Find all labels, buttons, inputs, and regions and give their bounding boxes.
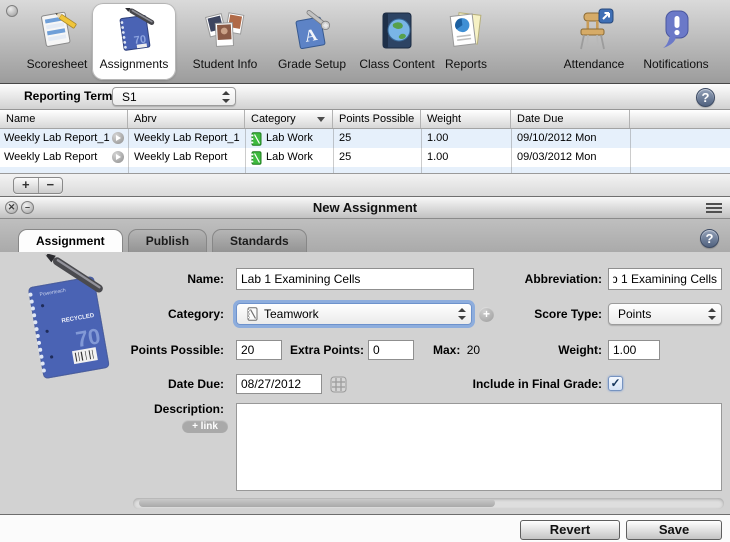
class-content-icon: [374, 8, 420, 54]
toolbar-item-attendance[interactable]: Attendance: [548, 3, 640, 80]
panel-tab-strip: Assignment Publish Standards ?: [0, 219, 730, 252]
tab-assignment[interactable]: Assignment: [18, 229, 123, 252]
weight-input[interactable]: [608, 340, 660, 360]
reporting-term-bar: Reporting Term: S1 ?: [0, 84, 730, 110]
table-header: Name Abrv Category Points Possible Weigh…: [0, 110, 730, 129]
toolbar-item-assignments[interactable]: 70 Assignments: [92, 3, 176, 80]
student-info-icon: [202, 8, 248, 54]
score-type-value: Points: [618, 307, 651, 321]
abbreviation-label: Abbreviation:: [482, 268, 602, 290]
assignment-form: Powerteach RECYCLED 70 Name: Ab: [0, 252, 730, 514]
column-header-abrv[interactable]: Abrv: [128, 110, 245, 128]
category-label: Category:: [104, 303, 224, 325]
table-actions-bar: + −: [0, 173, 730, 196]
reporting-term-select[interactable]: S1: [112, 87, 236, 106]
tab-standards[interactable]: Standards: [212, 229, 307, 252]
name-label: Name:: [104, 268, 224, 290]
reporting-term-value: S1: [122, 90, 137, 104]
category-value: Teamwork: [264, 307, 319, 321]
max-value: 20: [467, 343, 480, 357]
score-type-select[interactable]: Points: [608, 303, 722, 325]
row-detail-arrow[interactable]: [112, 151, 124, 163]
toolbar-item-label: Student Info: [193, 57, 258, 71]
select-stepper-icon: [222, 91, 230, 103]
scoresheet-icon: [34, 8, 80, 54]
column-header-date-due[interactable]: Date Due: [511, 110, 630, 128]
assignments-icon: 70: [111, 8, 157, 54]
scrollbar-thumb[interactable]: [139, 499, 495, 507]
category-select[interactable]: Teamwork: [236, 303, 472, 325]
toolbar-item-student-info[interactable]: Student Info: [180, 3, 270, 80]
include-final-grade-label: Include in Final Grade:: [420, 374, 602, 394]
menu-icon[interactable]: [706, 203, 722, 215]
toolbar-item-scoresheet[interactable]: Scoresheet: [12, 3, 102, 80]
close-icon[interactable]: ✕: [5, 201, 18, 214]
horizontal-scrollbar[interactable]: [133, 498, 724, 509]
help-button[interactable]: ?: [696, 88, 715, 107]
assignments-table: Name Abrv Category Points Possible Weigh…: [0, 110, 730, 173]
toolbar-item-notifications[interactable]: Notifications: [630, 3, 722, 80]
column-header-weight[interactable]: Weight: [421, 110, 511, 128]
attendance-icon: [571, 8, 617, 54]
column-header-category[interactable]: Category: [245, 110, 333, 128]
reports-icon: [443, 8, 489, 54]
category-notebook-icon: [250, 151, 262, 165]
add-link-button[interactable]: + link: [182, 420, 228, 433]
reporting-term-label: Reporting Term:: [24, 84, 116, 109]
toolbar-item-label: Scoresheet: [27, 57, 88, 71]
notifications-icon: [653, 8, 699, 54]
include-final-grade-checkbox[interactable]: ✓: [608, 376, 623, 391]
toolbar-item-grade-setup[interactable]: A Grade Setup: [270, 3, 354, 80]
powerteacher-window: Scoresheet 70 Assignments: [0, 0, 730, 542]
select-stepper-icon: [708, 308, 716, 320]
score-type-label: Score Type:: [482, 303, 602, 325]
revert-button[interactable]: Revert: [520, 520, 620, 540]
table-row[interactable]: Weekly Lab Report_1 Weekly Lab Report_1 …: [0, 129, 730, 148]
remove-assignment-button[interactable]: −: [39, 178, 63, 193]
abbreviation-input[interactable]: [608, 268, 722, 290]
column-header-points-possible[interactable]: Points Possible: [333, 110, 421, 128]
weight-label: Weight:: [482, 340, 602, 360]
points-possible-input[interactable]: [236, 340, 282, 360]
points-possible-label: Points Possible:: [104, 340, 224, 360]
toolbar-item-label: Class Content: [359, 57, 434, 71]
add-remove-control: + −: [13, 177, 63, 194]
grade-setup-icon: A: [289, 8, 335, 54]
main-toolbar: Scoresheet 70 Assignments: [0, 0, 730, 84]
bottom-bar: Revert Save: [0, 514, 730, 542]
extra-points-label: Extra Points:: [286, 340, 364, 360]
description-label: Description:: [104, 402, 224, 416]
panel-title: New Assignment: [0, 197, 730, 218]
save-button[interactable]: Save: [626, 520, 722, 540]
select-stepper-icon: [458, 308, 466, 320]
max-label: Max:: [433, 343, 460, 357]
extra-points-input[interactable]: [368, 340, 414, 360]
max-points: Max: 20: [433, 340, 480, 360]
toolbar-item-reports[interactable]: Reports: [432, 3, 500, 80]
panel-help-button[interactable]: ?: [700, 229, 719, 248]
sort-desc-icon: [317, 117, 325, 122]
toolbar-item-label: Attendance: [564, 57, 625, 71]
description-textarea[interactable]: [236, 403, 722, 491]
toolbar-item-label: Notifications: [643, 57, 708, 71]
toolbar-item-label: Reports: [445, 57, 487, 71]
calendar-icon[interactable]: [330, 376, 347, 393]
category-notebook-icon: [246, 307, 258, 321]
toolbar-item-class-content[interactable]: Class Content: [352, 3, 442, 80]
add-assignment-button[interactable]: +: [14, 178, 39, 193]
tab-publish[interactable]: Publish: [128, 229, 207, 252]
toolbar-item-label: Assignments: [100, 57, 169, 71]
panel-title-bar: New Assignment ✕ –: [0, 196, 730, 219]
column-header-name[interactable]: Name: [0, 110, 128, 128]
name-input[interactable]: [236, 268, 474, 290]
date-due-input[interactable]: [236, 374, 322, 394]
toolbar-item-label: Grade Setup: [278, 57, 346, 71]
table-row[interactable]: Weekly Lab Report Weekly Lab Report Lab …: [0, 148, 730, 167]
svg-text:70: 70: [74, 323, 102, 352]
row-detail-arrow[interactable]: [112, 132, 124, 144]
category-notebook-icon: [250, 132, 262, 146]
date-due-label: Date Due:: [104, 374, 224, 394]
collapse-icon[interactable]: –: [21, 201, 34, 214]
